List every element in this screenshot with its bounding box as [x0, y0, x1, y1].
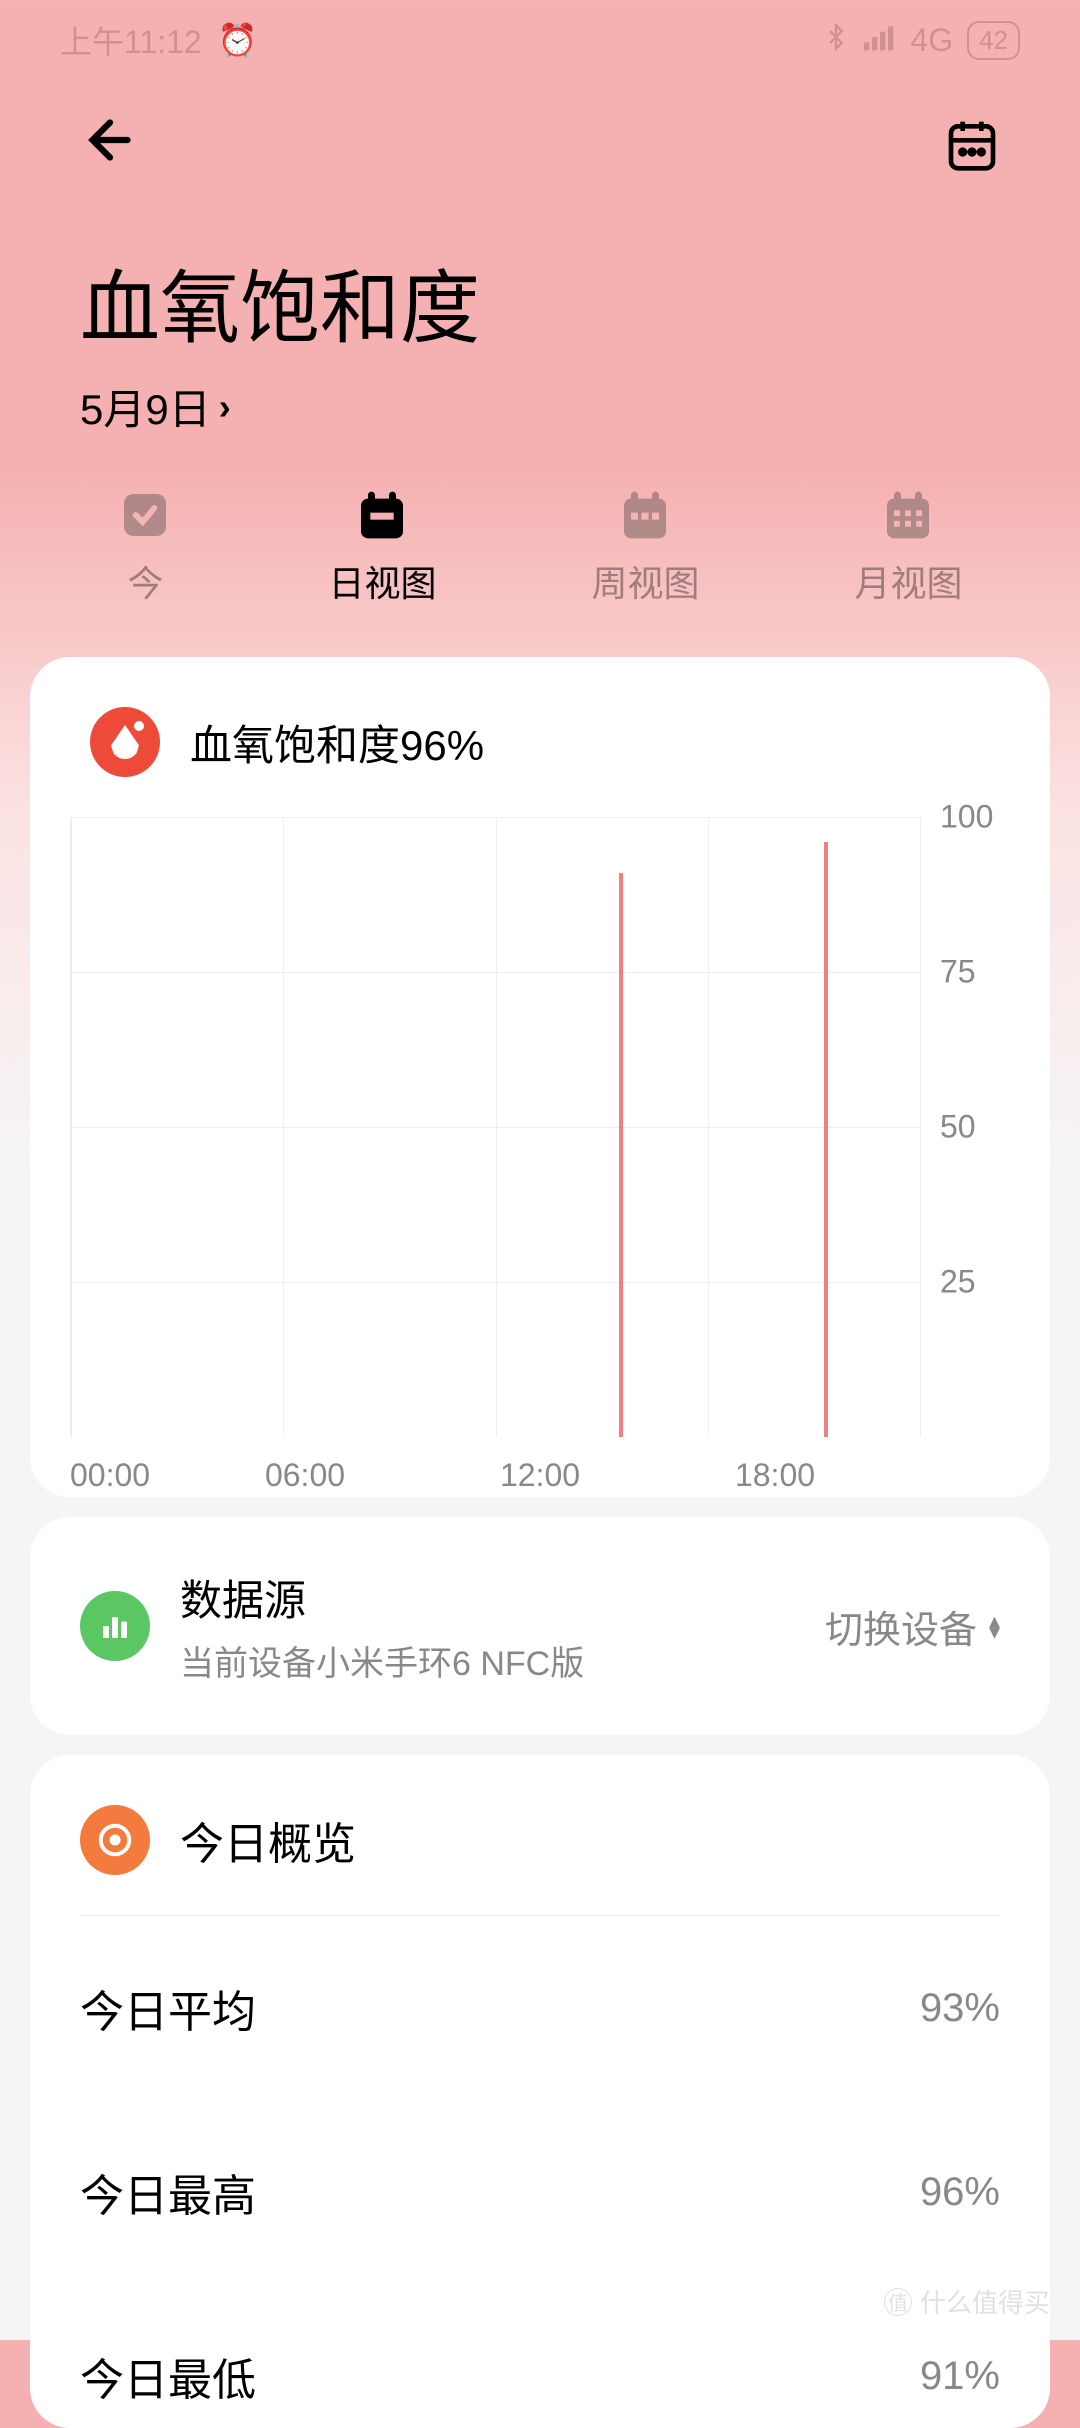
signal-icon — [864, 22, 896, 59]
tab-label: 月视图 — [854, 555, 962, 607]
tab-week[interactable]: 周视图 — [591, 487, 699, 607]
status-time: 上午11:12 — [60, 17, 202, 63]
chart-x-tick: 12:00 — [500, 1457, 580, 1494]
data-source-icon — [80, 1591, 150, 1661]
overview-value: 93% — [920, 1986, 1000, 2031]
tab-month[interactable]: 月视图 — [854, 487, 962, 607]
overview-row-min: 今日最低 91% — [80, 2284, 1000, 2428]
chart-x-tick: 00:00 — [70, 1457, 150, 1494]
chart-card: 血氧饱和度96% 25 50 75 100 00:00 06:00 12:00 18:00 — [30, 657, 1050, 1497]
month-icon — [880, 487, 936, 543]
overview-label: 今日平均 — [80, 1976, 256, 2040]
chart-x-tick: 06:00 — [265, 1457, 345, 1494]
overview-label: 今日最低 — [80, 2344, 256, 2408]
chart-y-tick: 50 — [940, 1109, 976, 1146]
header: 血氧饱和度 5月9日 › — [0, 80, 1080, 447]
overview-row-max: 今日最高 96% — [80, 2100, 1000, 2284]
blood-oxygen-icon — [90, 707, 160, 777]
tab-label: 周视图 — [591, 555, 699, 607]
page-title: 血氧饱和度 — [80, 244, 1000, 360]
source-subtitle: 当前设备小米手环6 NFC版 — [180, 1636, 795, 1685]
source-title: 数据源 — [180, 1567, 795, 1628]
bluetooth-icon — [822, 22, 850, 59]
week-icon — [617, 487, 673, 543]
network-label: 4G — [910, 22, 953, 59]
chart-bar[interactable] — [619, 873, 623, 1437]
overview-icon — [80, 1805, 150, 1875]
chart-y-tick: 100 — [940, 799, 993, 836]
tab-label: 今 — [127, 555, 163, 607]
chart-x-tick: 18:00 — [735, 1457, 815, 1494]
day-icon — [354, 487, 410, 543]
overview-card: 今日概览 今日平均 93% 今日最高 96% 今日最低 91% — [30, 1755, 1050, 2428]
chart-plot-area[interactable]: 255075100 — [70, 817, 1010, 1437]
calendar-button[interactable] — [944, 117, 1000, 178]
chart-title: 血氧饱和度96% — [190, 712, 484, 773]
tab-today[interactable]: 今 — [117, 487, 173, 607]
switch-device-label: 切换设备 — [825, 1599, 977, 1654]
date-selector[interactable]: 5月9日 › — [80, 376, 1000, 437]
overview-value: 91% — [920, 2354, 1000, 2399]
watermark: 值 什么值得买 — [884, 2283, 1050, 2320]
sort-icon: ▴▾ — [989, 1615, 1000, 1637]
tab-day[interactable]: 日视图 — [328, 487, 436, 607]
switch-device-button[interactable]: 切换设备 ▴▾ — [825, 1599, 1000, 1654]
data-source-card: 数据源 当前设备小米手环6 NFC版 切换设备 ▴▾ — [30, 1517, 1050, 1735]
chevron-right-icon: › — [219, 386, 231, 428]
today-icon — [117, 487, 173, 543]
tab-label: 日视图 — [328, 555, 436, 607]
chart-bar[interactable] — [824, 842, 828, 1437]
chart-y-tick: 25 — [940, 1264, 976, 1301]
back-button[interactable] — [80, 110, 140, 184]
overview-title: 今日概览 — [180, 1808, 356, 1872]
overview-value: 96% — [920, 2170, 1000, 2215]
alarm-icon: ⏰ — [218, 21, 258, 59]
status-bar: 上午11:12 ⏰ 4G 42 — [0, 0, 1080, 80]
battery-icon: 42 — [967, 21, 1020, 60]
overview-row-average: 今日平均 93% — [80, 1916, 1000, 2100]
overview-label: 今日最高 — [80, 2160, 256, 2224]
view-tabs: 今 日视图 周视图 月视图 — [0, 447, 1080, 637]
chart-y-tick: 75 — [940, 954, 976, 991]
date-label: 5月9日 — [80, 376, 211, 437]
